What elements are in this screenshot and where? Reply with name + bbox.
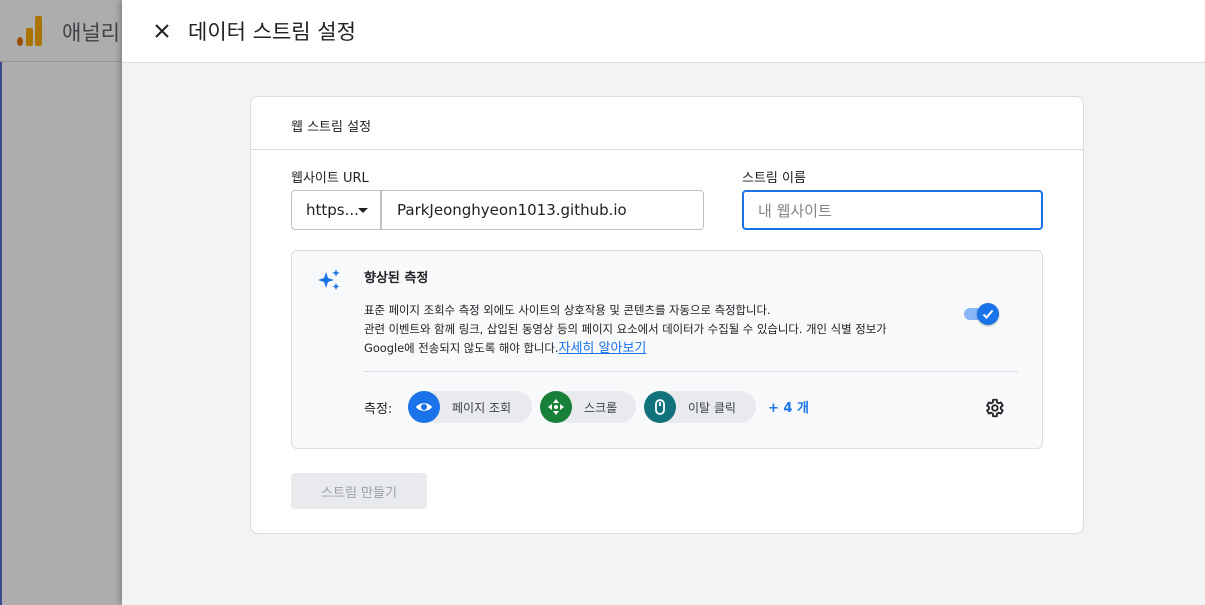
metrics-label: 측정:: [364, 402, 393, 417]
more-metrics-link[interactable]: + 4 개: [768, 397, 809, 416]
enhanced-measurement-description: 표준 페이지 조회수 측정 외에도 사이트의 상호작용 및 콘텐츠를 자동으로 …: [364, 301, 964, 358]
close-icon: [155, 24, 169, 38]
check-icon: [982, 309, 994, 319]
card-title: 웹 스트림 설정: [291, 120, 372, 135]
toggle-knob: [977, 303, 999, 325]
chip-label: 이탈 클릭: [688, 400, 736, 415]
sparkle-icon: [318, 269, 340, 290]
web-stream-card: 웹 스트림 설정 웹사이트 URL 스트림 이름 https... ParkJe…: [250, 96, 1084, 534]
section-divider: [364, 371, 1018, 372]
enhanced-measurement-section: 향상된 측정 표준 페이지 조회수 측정 외에도 사이트의 상호작용 및 콘텐츠…: [291, 250, 1043, 449]
learn-more-link[interactable]: 자세히 알아보기: [559, 341, 647, 356]
metric-chip-outbound-click[interactable]: 이탈 클릭: [644, 391, 756, 423]
stream-setup-panel: 데이터 스트림 설정 웹 스트림 설정 웹사이트 URL 스트림 이름 http…: [122, 0, 1205, 605]
scroll-icon: [540, 391, 572, 423]
metric-chip-scroll[interactable]: 스크롤: [540, 391, 636, 423]
chip-label: 스크롤: [584, 400, 618, 415]
settings-gear-button[interactable]: [982, 396, 1006, 420]
enhanced-measurement-toggle[interactable]: [962, 303, 1000, 325]
create-stream-button[interactable]: 스트림 만들기: [291, 473, 427, 509]
close-button[interactable]: [150, 19, 174, 43]
card-divider: [251, 149, 1083, 150]
background-nav-edge: [0, 62, 2, 605]
protocol-value: https...: [306, 201, 359, 219]
protocol-select[interactable]: https...: [291, 190, 381, 230]
gear-icon: [986, 398, 1004, 418]
website-url-input[interactable]: ParkJeonghyeon1013.github.io: [381, 190, 704, 230]
panel-title: 데이터 스트림 설정: [188, 20, 356, 44]
mouse-icon: [644, 391, 676, 423]
description-line: 표준 페이지 조회수 측정 외에도 사이트의 상호작용 및 콘텐츠를 자동으로 …: [364, 303, 771, 317]
dropdown-caret-icon: [358, 208, 368, 213]
description-text: Google에 전송되지 않도록 해야 합니다.: [364, 341, 559, 355]
url-label: 웹사이트 URL: [291, 171, 369, 186]
eye-icon: [408, 391, 440, 423]
stream-name-input[interactable]: 내 웹사이트: [742, 190, 1043, 230]
stream-name-label: 스트림 이름: [742, 171, 806, 186]
enhanced-measurement-title: 향상된 측정: [364, 271, 429, 286]
metric-chip-page-views[interactable]: 페이지 조회: [408, 391, 532, 423]
chip-label: 페이지 조회: [452, 400, 512, 415]
panel-header: 데이터 스트림 설정: [122, 0, 1205, 63]
description-line: 관련 이벤트와 함께 링크, 삽입된 동영상 등의 페이지 요소에서 데이터가 …: [364, 322, 887, 336]
description-line: Google에 전송되지 않도록 해야 합니다.자세히 알아보기: [364, 339, 964, 358]
